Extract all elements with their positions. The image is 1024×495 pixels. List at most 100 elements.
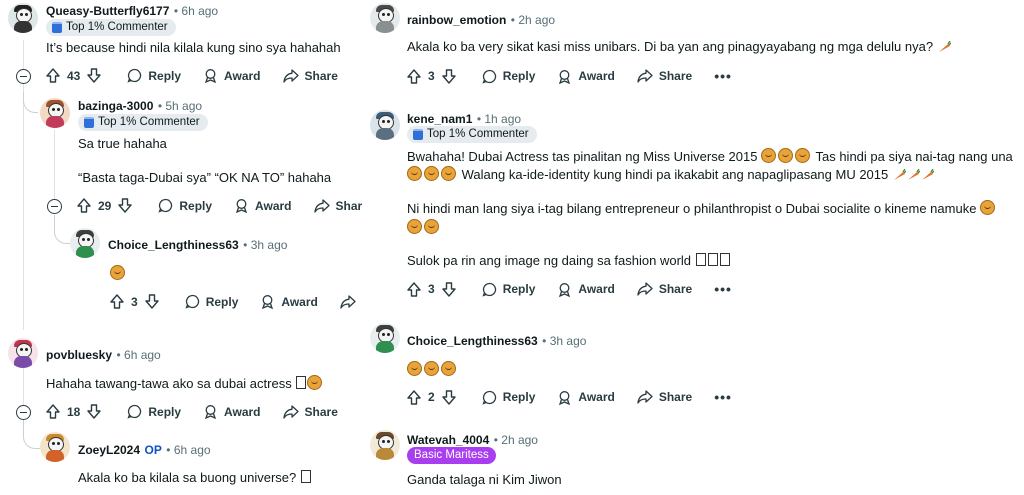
downvote-icon[interactable]	[87, 404, 102, 419]
share-button[interactable]	[340, 294, 362, 309]
comment-emoji-row	[407, 361, 458, 377]
upvote-icon[interactable]	[407, 68, 421, 84]
award-button[interactable]: Award	[260, 294, 318, 309]
username[interactable]: Choice_Lengthiness63	[108, 238, 239, 252]
comment-text-row: Akala ko ba very sikat kasi miss unibars…	[407, 39, 951, 54]
upvote-icon[interactable]	[46, 68, 60, 83]
downvote-icon[interactable]	[87, 68, 102, 83]
award-button[interactable]: Award	[203, 68, 261, 83]
username[interactable]: bazinga-3000	[78, 99, 153, 113]
avatar[interactable]	[370, 3, 400, 33]
vote-count: 18	[67, 404, 81, 419]
share-button[interactable]: Share	[282, 68, 338, 83]
reply-bubble-icon	[185, 294, 199, 309]
laughing-emoji-icon	[761, 148, 777, 163]
avatar[interactable]	[370, 110, 400, 140]
award-button[interactable]: Award	[557, 390, 615, 405]
award-button[interactable]: Award	[203, 404, 261, 419]
timestamp: 5h ago	[165, 99, 203, 113]
more-icon[interactable]: •••	[714, 281, 732, 297]
comment-header: Choice_Lengthiness63 • 3h ago	[407, 334, 587, 348]
upvote-icon[interactable]	[407, 281, 421, 297]
reply-button[interactable]: Reply	[185, 294, 238, 309]
username[interactable]: Queasy-Butterfly6177	[46, 4, 169, 18]
downvote-icon[interactable]	[441, 68, 456, 84]
upvote-icon[interactable]	[407, 389, 421, 405]
vote-count: 2	[428, 390, 435, 404]
comment-actions: 43 Reply Award Share	[46, 68, 360, 83]
vote-control: 3	[110, 294, 159, 309]
award-button[interactable]: Award	[557, 282, 615, 297]
share-arrow-icon	[282, 68, 299, 83]
timestamp: 1h ago	[484, 112, 522, 126]
share-button[interactable]: Share	[637, 390, 692, 404]
downvote-icon[interactable]	[118, 198, 133, 213]
username[interactable]: rainbow_emotion	[407, 13, 506, 27]
username[interactable]: povbluesky	[46, 348, 112, 362]
laughing-emoji-icon	[407, 361, 422, 376]
comment-header: povbluesky • 6h ago	[46, 348, 161, 362]
comment-text: Sa true hahaha	[78, 136, 167, 151]
avatar[interactable]	[8, 3, 38, 33]
user-flair: Basic Maritess	[407, 447, 496, 464]
award-icon	[262, 295, 274, 309]
reply-bubble-icon	[482, 69, 496, 84]
upvote-icon[interactable]	[77, 198, 91, 213]
avatar[interactable]	[40, 432, 70, 462]
award-icon	[205, 69, 217, 83]
upvote-icon[interactable]	[110, 294, 124, 309]
avatar[interactable]	[40, 98, 70, 128]
share-button[interactable]: Share	[637, 69, 692, 83]
reply-button[interactable]: Reply	[158, 198, 212, 213]
downvote-icon[interactable]	[441, 389, 456, 405]
award-button[interactable]: Award	[557, 69, 615, 84]
share-button[interactable]: Shar	[313, 199, 362, 213]
collapse-icon[interactable]	[16, 69, 31, 84]
more-icon[interactable]: •••	[714, 389, 732, 405]
downvote-icon[interactable]	[441, 281, 456, 297]
vote-control: 43	[46, 68, 102, 83]
share-button[interactable]: Share	[282, 405, 338, 419]
thread-connector	[23, 420, 40, 449]
reply-button[interactable]: Reply	[482, 69, 535, 84]
comment-actions: 29 Reply Award Shar	[77, 198, 384, 213]
username[interactable]: ZoeyL2024	[78, 443, 140, 457]
vote-count: 29	[98, 198, 112, 213]
missing-glyph-icon	[707, 253, 718, 266]
username[interactable]: Watevah_4004	[407, 433, 489, 447]
thread-line	[23, 368, 24, 408]
avatar[interactable]	[370, 323, 400, 353]
comment-actions: 3 Reply Award Share •••	[407, 281, 732, 297]
user-flair: Top 1% Commenter	[78, 114, 208, 131]
comment-text: Sulok pa rin ang image ng daing sa fashi…	[407, 253, 692, 268]
reply-button[interactable]: Reply	[127, 68, 181, 83]
username[interactable]: Choice_Lengthiness63	[407, 334, 538, 348]
vote-control: 3	[407, 281, 456, 297]
laughing-emoji-icon	[778, 148, 794, 163]
upvote-icon[interactable]	[46, 404, 60, 419]
vote-count: 43	[67, 68, 81, 83]
avatar[interactable]	[8, 338, 38, 368]
laughing-emoji-icon	[110, 265, 125, 280]
avatar[interactable]	[370, 430, 400, 460]
share-button[interactable]: Share	[637, 282, 692, 296]
reply-button[interactable]: Reply	[482, 390, 535, 405]
avatar[interactable]	[70, 228, 100, 258]
reply-button[interactable]: Reply	[482, 282, 535, 297]
carrot-emoji-icon	[921, 169, 934, 180]
laughing-emoji-icon	[424, 166, 439, 181]
collapse-icon[interactable]	[16, 405, 31, 420]
laughing-emoji-icon	[441, 166, 456, 181]
more-icon[interactable]: •••	[714, 68, 732, 84]
reply-button[interactable]: Reply	[127, 404, 181, 419]
award-icon	[205, 405, 217, 419]
carrot-emoji-icon	[907, 169, 920, 180]
collapse-icon[interactable]	[47, 199, 62, 214]
share-arrow-icon	[340, 294, 356, 309]
comment-text: Tas hindi pa siya nai-tag nang una	[815, 149, 1013, 164]
comment-text: Akala ko ba very sikat kasi miss unibars…	[407, 39, 934, 54]
downvote-icon[interactable]	[144, 294, 159, 309]
comment-text: Akala ko ba kilala sa buong universe?	[78, 470, 297, 485]
award-button[interactable]: Award	[234, 198, 292, 213]
username[interactable]: kene_nam1	[407, 112, 472, 126]
